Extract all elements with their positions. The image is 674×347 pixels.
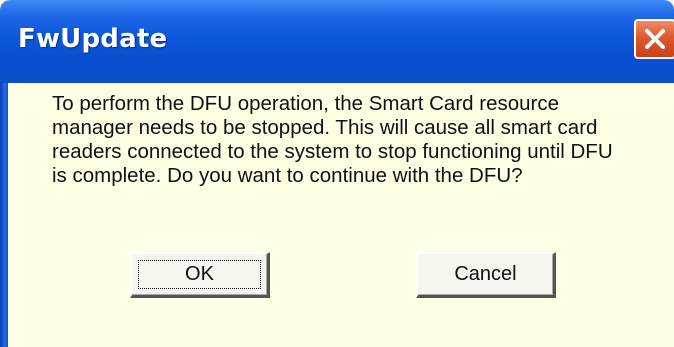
close-button[interactable] xyxy=(634,19,674,59)
dialog-message: To perform the DFU operation, the Smart … xyxy=(52,92,652,188)
message-line: To perform the DFU operation, the Smart … xyxy=(52,92,560,115)
window-frame-left xyxy=(0,83,8,347)
ok-button[interactable]: OK xyxy=(130,252,270,298)
window-title: FwUpdate xyxy=(18,24,168,54)
message-line: manager needs to be stopped. This will c… xyxy=(52,116,598,139)
close-icon xyxy=(645,29,665,49)
ok-button-label: OK xyxy=(185,263,214,285)
message-line: readers connected to the system to stop … xyxy=(52,140,613,163)
cancel-button-label: Cancel xyxy=(454,263,517,285)
message-line: is complete. Do you want to continue wit… xyxy=(52,164,523,187)
dialog-window: FwUpdate To perform the DFU operation, t… xyxy=(0,0,674,347)
title-bar[interactable]: FwUpdate xyxy=(0,0,674,83)
cancel-button[interactable]: Cancel xyxy=(416,252,556,298)
